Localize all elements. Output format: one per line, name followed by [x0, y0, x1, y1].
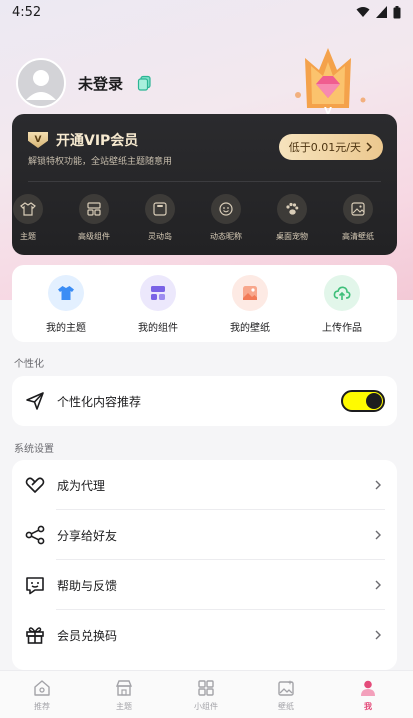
row-label: 分享给好友 [57, 528, 118, 543]
feedback-icon [26, 577, 44, 595]
vip-title: 开通VIP会员 [56, 133, 139, 149]
quick-action-my-themes[interactable]: 我的主题 [26, 275, 106, 334]
section-title-personalization: 个性化 [14, 359, 44, 370]
chevron-right-icon [375, 480, 381, 490]
vip-feature-pet[interactable]: 桌面宠物 [262, 194, 322, 242]
tab-label: 我 [364, 702, 372, 711]
vip-badge-icon: V [28, 132, 48, 148]
vip-price-button[interactable]: 低于0.01元/天 [278, 134, 383, 160]
row-label: 个性化内容推荐 [57, 394, 142, 409]
image-icon [232, 275, 268, 311]
bottom-tab-bar: 推荐 主题 小组件 壁纸 我 [0, 670, 413, 718]
personalized-recommendation-toggle[interactable] [341, 390, 385, 412]
vip-crown-illustration: V [295, 48, 366, 117]
personalization-card: 个性化内容推荐 [12, 376, 397, 426]
tab-label: 主题 [116, 702, 132, 711]
vip-feature-wallpaper[interactable]: 高清壁纸 [328, 194, 388, 242]
quick-action-label: 我的组件 [138, 323, 178, 334]
image-icon [343, 194, 373, 224]
vip-title-row: V 开通VIP会员 [28, 130, 138, 150]
tab-recommend[interactable]: 推荐 [12, 679, 72, 712]
vip-feature-label: 动态昵称 [210, 232, 242, 241]
settings-row-feedback[interactable]: 帮助与反馈 [12, 560, 397, 610]
tab-wallpapers[interactable]: 壁纸 [256, 679, 316, 712]
copy-icon[interactable] [137, 75, 153, 91]
vip-feature-label: 高级组件 [78, 232, 110, 241]
handshake-icon [25, 477, 45, 493]
widget-icon [79, 194, 109, 224]
vip-feature-island[interactable]: 灵动岛 [130, 194, 190, 242]
row-label: 帮助与反馈 [57, 578, 118, 593]
tab-label: 推荐 [34, 702, 50, 711]
toggle-knob [366, 393, 382, 409]
tab-me[interactable]: 我 [338, 679, 398, 712]
settings-row-share[interactable]: 分享给好友 [12, 510, 397, 560]
quick-actions-card: 我的主题 我的组件 我的壁纸 上传作品 [12, 265, 397, 342]
quick-action-my-wallpapers[interactable]: 我的壁纸 [210, 275, 290, 334]
home-icon [34, 680, 50, 696]
widget-icon [198, 680, 214, 696]
battery-icon [393, 5, 401, 18]
row-label: 成为代理 [57, 478, 106, 493]
gift-icon [26, 627, 44, 644]
shirt-icon [13, 194, 43, 224]
personalization-row: 个性化内容推荐 [12, 376, 397, 426]
vip-feature-label: 主题 [20, 232, 36, 241]
vip-price-label: 低于0.01元/天 [288, 141, 361, 154]
row-label: 会员兑换码 [57, 628, 118, 643]
quick-action-label: 我的壁纸 [230, 323, 270, 334]
shop-icon [115, 680, 133, 696]
tab-label: 壁纸 [278, 702, 294, 711]
chevron-right-icon [366, 142, 373, 152]
avatar[interactable] [16, 58, 66, 108]
quick-action-upload[interactable]: 上传作品 [302, 275, 382, 334]
system-settings-card: 成为代理 分享给好友 帮助与反馈 会员兑换码 [12, 460, 397, 670]
status-icons [356, 5, 401, 19]
quick-action-my-widgets[interactable]: 我的组件 [118, 275, 198, 334]
quick-action-label: 我的主题 [46, 323, 86, 334]
section-title-system: 系统设置 [14, 444, 54, 455]
quick-action-label: 上传作品 [322, 323, 362, 334]
settings-row-redeem[interactable]: 会员兑换码 [12, 610, 397, 660]
settings-row-agent[interactable]: 成为代理 [12, 460, 397, 510]
person-icon [361, 680, 375, 696]
share-icon [25, 525, 45, 545]
vip-card[interactable]: V 开通VIP会员 解锁特权功能，全站壁纸主题随意用 低于0.01元/天 主题 … [12, 114, 397, 255]
vip-feature-label: 灵动岛 [148, 232, 172, 241]
default-avatar-icon [26, 70, 56, 100]
vip-feature-widget[interactable]: 高级组件 [64, 194, 124, 242]
island-icon [145, 194, 175, 224]
image-sparkle-icon [278, 680, 294, 696]
chevron-right-icon [375, 530, 381, 540]
paw-icon [277, 194, 307, 224]
vip-feature-label: 桌面宠物 [276, 232, 308, 241]
chevron-right-icon [375, 630, 381, 640]
status-bar: 4:52 [0, 0, 413, 24]
shirt-icon [48, 275, 84, 311]
tab-widgets[interactable]: 小组件 [176, 679, 236, 712]
cloud-upload-icon [324, 275, 360, 311]
vip-divider [28, 181, 381, 182]
tab-themes[interactable]: 主题 [94, 679, 154, 712]
profile-header[interactable]: 未登录 [16, 58, 153, 108]
wifi-icon [356, 7, 370, 17]
login-status[interactable]: 未登录 [78, 73, 123, 94]
vip-feature-theme[interactable]: 主题 [12, 194, 58, 242]
send-icon [26, 392, 44, 410]
vip-feature-list: 主题 高级组件 灵动岛 动态昵称 桌面宠物 高清壁纸 [12, 194, 397, 249]
smile-icon [211, 194, 241, 224]
vip-feature-nickname[interactable]: 动态昵称 [196, 194, 256, 242]
chevron-right-icon [375, 580, 381, 590]
vip-subtitle: 解锁特权功能，全站壁纸主题随意用 [28, 157, 173, 167]
signal-icon [376, 6, 387, 18]
widget-icon [140, 275, 176, 311]
vip-feature-label: 高清壁纸 [342, 232, 374, 241]
status-time: 4:52 [12, 4, 42, 20]
tab-label: 小组件 [194, 702, 218, 711]
